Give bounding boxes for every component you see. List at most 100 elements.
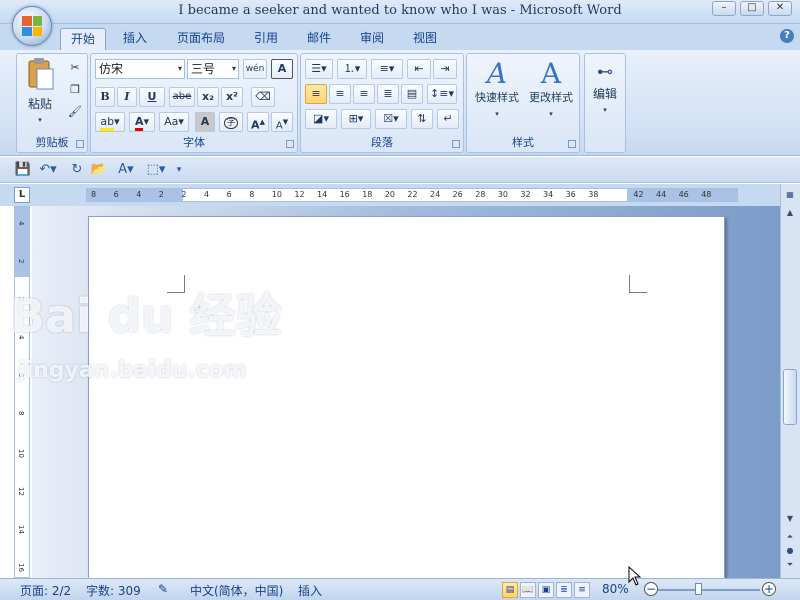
multilevel-list-button[interactable]: ≡▾ [371,59,403,79]
horizontal-ruler[interactable]: 8 6 4 2 2 4 6 8 10 12 14 16 18 20 22 24 26 28 30 32 34 36 38 42… [86,188,738,202]
underline-button[interactable]: U [139,87,165,107]
ruler-tick: 42 [633,190,644,199]
insert-mode[interactable]: 插入 [298,582,322,599]
justify-button[interactable]: ≣ [377,84,399,104]
save-icon[interactable]: 💾 [14,161,32,179]
tab-references[interactable]: 引用 [245,28,287,50]
word-count[interactable]: 字数: 309 [86,582,141,599]
tab-home[interactable]: 开始 [60,28,106,50]
document-workspace: ↵ [32,206,780,586]
tab-insert[interactable]: 插入 [114,28,156,50]
font-size-select[interactable]: 三号 ▾ [187,59,239,79]
scissors-icon: ✂ [70,61,80,74]
bullets-button[interactable]: ☰▾ [305,59,333,79]
document-page[interactable]: ↵ [88,216,725,586]
strikethrough-button[interactable]: abe [169,87,195,107]
superscript-button[interactable]: x² [221,87,243,107]
distributed-button[interactable]: ▤ [401,84,423,104]
quick-styles-button[interactable]: A 快速样式 ▾ [471,56,523,126]
sort-button[interactable]: ⇅ [411,109,433,129]
copy-button[interactable]: ❐ [65,80,85,100]
scroll-thumb[interactable] [783,369,797,425]
show-marks-button[interactable]: ↵ [437,109,459,129]
zoom-slider-thumb[interactable] [695,583,702,595]
draft-view-icon[interactable]: ≡ [574,582,590,598]
zoom-slider[interactable] [658,589,760,591]
phonetic-guide-button[interactable]: wén [243,59,267,79]
ruler-tick: 18 [362,190,373,199]
page-count[interactable]: 页面: 2/2 [20,582,71,599]
highlight-button[interactable]: ab▾ [95,112,125,132]
char-border-button[interactable]: A [271,59,293,79]
prev-page-icon[interactable]: ⏶ [783,530,797,544]
sort-icon: ⇅ [417,112,427,125]
format-painter-button[interactable]: 🖌 [65,102,85,122]
scroll-down-icon[interactable]: ▼ [783,512,797,526]
web-layout-icon[interactable]: ▣ [538,582,554,598]
vertical-ruler[interactable]: 4 2 2 4 6 8 10 12 14 16 [14,206,30,578]
font-color-button[interactable]: A▾ [129,112,155,132]
scroll-up-icon[interactable]: ▲ [783,206,797,220]
browse-object-icon[interactable]: ● [783,544,797,558]
close-button[interactable]: ✕ [768,1,792,16]
tab-page-layout[interactable]: 页面布局 [170,28,232,50]
borders-button[interactable]: ⊞▾ [341,109,371,129]
full-screen-reading-icon[interactable]: 📖 [520,582,536,598]
office-button[interactable] [12,6,52,46]
zoom-in-icon[interactable]: + [762,582,776,596]
font-family-select[interactable]: 仿宋 ▾ [95,59,185,79]
align-center-button[interactable]: ≡ [329,84,351,104]
minimize-button[interactable]: – [712,1,736,16]
shrink-font-button[interactable]: A▼ [271,112,293,132]
view-ruler-icon[interactable]: ▦ [783,188,797,202]
maximize-button[interactable]: □ [740,1,764,16]
open-folder-icon[interactable]: 📂 [90,161,108,179]
change-styles-button[interactable]: A 更改样式 ▾ [525,56,577,126]
ribbon-tabs: 开始 插入 页面布局 引用 邮件 审阅 视图 ? [0,24,800,50]
font-effects-icon[interactable]: A▾ [114,161,138,179]
select-icon[interactable]: ⬚▾ [144,161,168,179]
print-layout-icon[interactable]: ▤ [502,582,518,598]
align-left-button[interactable]: ≡ [305,84,327,104]
tab-review[interactable]: 审阅 [351,28,393,50]
redo-icon[interactable]: ↻ [68,161,86,179]
next-page-icon[interactable]: ⏷ [783,558,797,572]
outline-view-icon[interactable]: ≣ [556,582,572,598]
decrease-indent-button[interactable]: ⇤ [407,59,431,79]
grow-font-button[interactable]: A▲ [247,112,269,132]
tab-mailings[interactable]: 邮件 [298,28,340,50]
line-spacing-button[interactable]: ↕≡▾ [427,84,457,104]
chinese-layout-button[interactable]: ☒▾ [375,109,407,129]
clipboard-launcher-icon[interactable] [76,140,84,148]
change-case-button[interactable]: Aa▾ [159,112,189,132]
crop-mark-top-right [629,275,647,293]
language[interactable]: 中文(简体，中国) [190,582,283,599]
tab-view[interactable]: 视图 [404,28,446,50]
subscript-button[interactable]: x₂ [197,87,219,107]
change-styles-label: 更改样式 [529,91,573,104]
tab-selector[interactable]: L [14,187,30,203]
char-shading-button[interactable]: A [195,112,215,132]
styles-launcher-icon[interactable] [568,140,576,148]
enclose-char-button[interactable]: 字 [219,112,243,132]
help-icon[interactable]: ? [780,29,794,43]
numbering-button[interactable]: ⒈▾ [337,59,367,79]
paste-button[interactable]: 粘贴 ▾ [21,56,59,126]
undo-icon[interactable]: ↶▾ [36,161,60,179]
clear-format-button[interactable]: ⌫ [251,87,275,107]
ruler-tick: 20 [384,190,395,199]
zoom-out-icon[interactable]: − [644,582,658,596]
align-right-button[interactable]: ≡ [353,84,375,104]
customize-qat-icon[interactable]: ▾ [170,161,188,179]
paragraph-launcher-icon[interactable] [452,140,460,148]
bold-button[interactable]: B [95,87,115,107]
proofing-icon[interactable]: ✎ [158,582,168,596]
vertical-scrollbar[interactable]: ▦ ▲ ▼ ⏶ ● ⏷ [780,184,800,578]
shading-button[interactable]: ◪▾ [305,109,337,129]
increase-indent-button[interactable]: ⇥ [433,59,457,79]
zoom-level[interactable]: 80% [602,582,629,596]
font-launcher-icon[interactable] [286,140,294,148]
editing-button[interactable]: ⊷ 编辑 ▾ [587,56,623,126]
italic-button[interactable]: I [117,87,137,107]
cut-button[interactable]: ✂ [65,58,85,78]
